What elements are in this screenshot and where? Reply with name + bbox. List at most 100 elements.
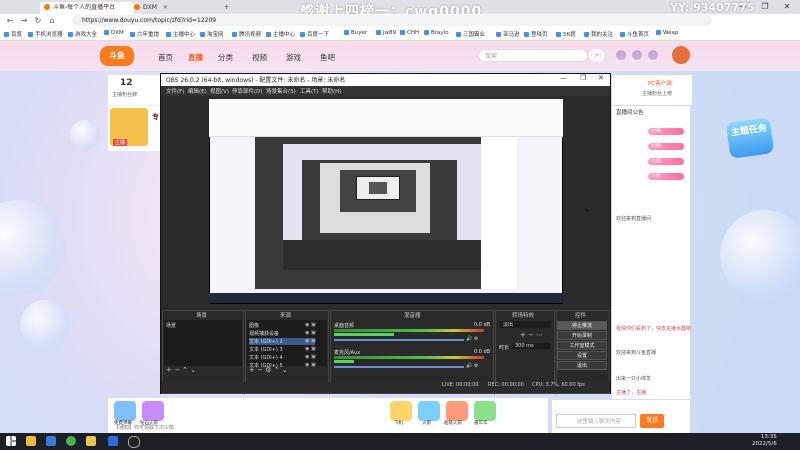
follow-icon[interactable] — [632, 50, 642, 60]
app-icon[interactable] — [108, 436, 118, 446]
browser-tab[interactable]: DXM ✕ — [130, 2, 222, 14]
forward-icon[interactable]: → — [18, 15, 30, 27]
bookmark-item[interactable]: 斗鱼首页 — [620, 30, 649, 38]
bookmark-item[interactable]: 5K题 — [556, 30, 576, 38]
eye-lock-icon[interactable]: ◉ ▣ — [305, 330, 316, 336]
volume-fader[interactable] — [334, 366, 464, 368]
app-icon[interactable] — [86, 436, 96, 446]
douyu-logo[interactable]: 斗鱼 — [100, 46, 134, 66]
obs-close-button[interactable]: ✕ — [598, 74, 604, 82]
stop-streaming-button[interactable]: 停止推流 — [557, 321, 607, 330]
bookmark-item[interactable]: 腾讯视频 — [232, 30, 261, 38]
bookmark-item[interactable]: Braylo — [424, 30, 449, 36]
source-item[interactable]: 文本 (GDI+) 4 — [249, 354, 283, 361]
bookmark-item[interactable]: Weap — [656, 30, 678, 36]
gift-item[interactable] — [474, 401, 496, 421]
volume-fader[interactable] — [334, 339, 464, 341]
exit-button[interactable]: 退出 — [557, 361, 607, 370]
edge-icon[interactable] — [46, 436, 56, 446]
bookmark-item[interactable]: 主播中心 — [266, 30, 295, 38]
nav-yuba[interactable]: 鱼吧 — [320, 52, 335, 63]
studio-mode-button[interactable]: 工作室模式 — [557, 341, 607, 350]
gift-item[interactable] — [390, 401, 412, 421]
scene-add-remove-buttons[interactable]: + − ⌃ ⌄ — [166, 366, 196, 374]
transition-duration-input[interactable]: 300 ms — [512, 343, 550, 349]
obs-menu-tools[interactable]: 工具(T) — [300, 87, 319, 95]
history-icon[interactable] — [616, 50, 626, 60]
nav-video[interactable]: 视频 — [252, 52, 267, 63]
gift-item[interactable] — [114, 401, 136, 421]
preview-nested-taskbar — [209, 293, 563, 303]
file-explorer-icon[interactable] — [26, 436, 36, 446]
user-avatar[interactable] — [672, 46, 690, 64]
eye-lock-icon[interactable]: ◉ ▣ — [305, 346, 316, 352]
bookmark-item[interactable]: 三国霸业 — [456, 30, 485, 38]
obs-menu-file[interactable]: 文件(F) — [166, 87, 184, 95]
volume-meter — [334, 329, 484, 332]
home-icon[interactable]: ⌂ — [46, 15, 58, 27]
search-icon[interactable]: ⌕ — [589, 49, 605, 62]
bookmark-item[interactable]: 手机浏览器 — [28, 30, 63, 38]
bookmark-item[interactable]: 百度一下 — [300, 30, 329, 38]
eye-lock-icon[interactable]: ◉ ▣ — [305, 338, 316, 344]
source-item[interactable]: 图像 — [249, 322, 259, 329]
gift-item[interactable] — [418, 401, 440, 421]
chrome-icon[interactable] — [66, 436, 76, 446]
gift-item[interactable] — [142, 401, 164, 421]
bookmark-item[interactable]: CHH — [400, 30, 419, 36]
nav-category[interactable]: 分类 — [218, 52, 233, 63]
bookmark-item[interactable]: 我的关注 — [584, 30, 613, 38]
chat-level-badge: 六级 — [648, 158, 684, 165]
close-icon[interactable]: ✕ — [163, 4, 168, 11]
obs-menu-edit[interactable]: 编辑(E) — [188, 87, 207, 95]
address-bar[interactable]: https://www.douyu.com/topic/zfd?rid=1220… — [72, 15, 712, 26]
browser-tab[interactable]: 斗鱼-每个人的直播平台 — [40, 2, 134, 14]
bookmark-item[interactable]: Buyer — [344, 30, 367, 36]
message-icon[interactable] — [648, 50, 658, 60]
obs-minimize-button[interactable]: — — [560, 74, 567, 82]
speaker-icon[interactable]: 🔊 ⚙ — [466, 336, 478, 342]
bookmark-item[interactable]: 百度 — [4, 30, 22, 38]
site-search-input[interactable]: 搜索 ⌕ — [478, 49, 605, 62]
obs-menu-docks[interactable]: 停靠部件(D) — [232, 87, 263, 95]
bookmark-item[interactable]: 亚马逊 — [496, 30, 520, 38]
nav-live[interactable]: 直播 — [188, 52, 203, 63]
reload-icon[interactable]: ↻ — [32, 15, 44, 27]
start-recording-button[interactable]: 开始录制 — [557, 331, 607, 340]
obs-taskbar-icon[interactable] — [128, 436, 140, 448]
eye-lock-icon[interactable]: ◉ ▣ — [305, 354, 316, 360]
eye-lock-icon[interactable]: ◉ ▣ — [305, 362, 316, 368]
theme-task-badge[interactable]: 主题任务 — [725, 117, 775, 159]
bookmark-item[interactable]: 淘宝网 — [200, 30, 224, 38]
bookmark-item[interactable]: DXM — [104, 30, 124, 36]
eye-lock-icon[interactable]: ◉ ▣ — [305, 322, 316, 328]
bookmark-item[interactable]: 主播中心 — [166, 30, 195, 38]
obs-menu-help[interactable]: 帮助(H) — [322, 87, 341, 95]
bookmark-item[interactable]: jw89 — [376, 30, 396, 36]
source-add-remove-buttons[interactable]: + − ⚙ ⌃ ⌄ — [249, 366, 288, 374]
settings-button[interactable]: 设置 — [557, 351, 607, 360]
nav-game[interactable]: 游戏 — [286, 52, 301, 63]
chat-input[interactable]: 这里输入聊天内容 — [556, 414, 636, 428]
obs-menu-view[interactable]: 视图(V) — [210, 87, 229, 95]
bookmark-item[interactable]: 登陆页 — [524, 30, 548, 38]
source-item[interactable]: 文本 (GDI+) 3 — [249, 346, 283, 353]
maximize-button[interactable]: ❐ — [754, 0, 776, 14]
taskbar-clock[interactable]: 13:35 2022/5/6 — [752, 434, 777, 448]
source-item[interactable]: 视频捕获设备 — [249, 330, 279, 337]
bookmark-item[interactable]: 游戏大全 — [68, 30, 97, 38]
scene-item[interactable]: 场景 — [166, 322, 176, 329]
nav-home[interactable]: 首页 — [158, 52, 173, 63]
transition-add-remove[interactable]: + − ⋯ — [520, 331, 543, 339]
send-button[interactable]: 发送 — [640, 414, 664, 428]
new-tab-button[interactable]: + — [220, 2, 233, 14]
gift-item[interactable] — [446, 401, 468, 421]
obs-maximize-button[interactable]: ❐ — [580, 74, 586, 82]
obs-menu-scene-collection[interactable]: 场景集合(S) — [266, 87, 296, 95]
back-icon[interactable]: ← — [4, 15, 16, 27]
client-download-panel[interactable]: PC客户端 主播粉丝上榜 — [612, 75, 692, 105]
close-window-button[interactable]: ✕ — [776, 0, 798, 14]
speaker-icon[interactable]: 🔊 ⚙ — [466, 363, 478, 369]
bookmark-item[interactable]: 六年重炮 — [130, 30, 159, 38]
transition-select[interactable]: 淡出 — [499, 321, 551, 328]
